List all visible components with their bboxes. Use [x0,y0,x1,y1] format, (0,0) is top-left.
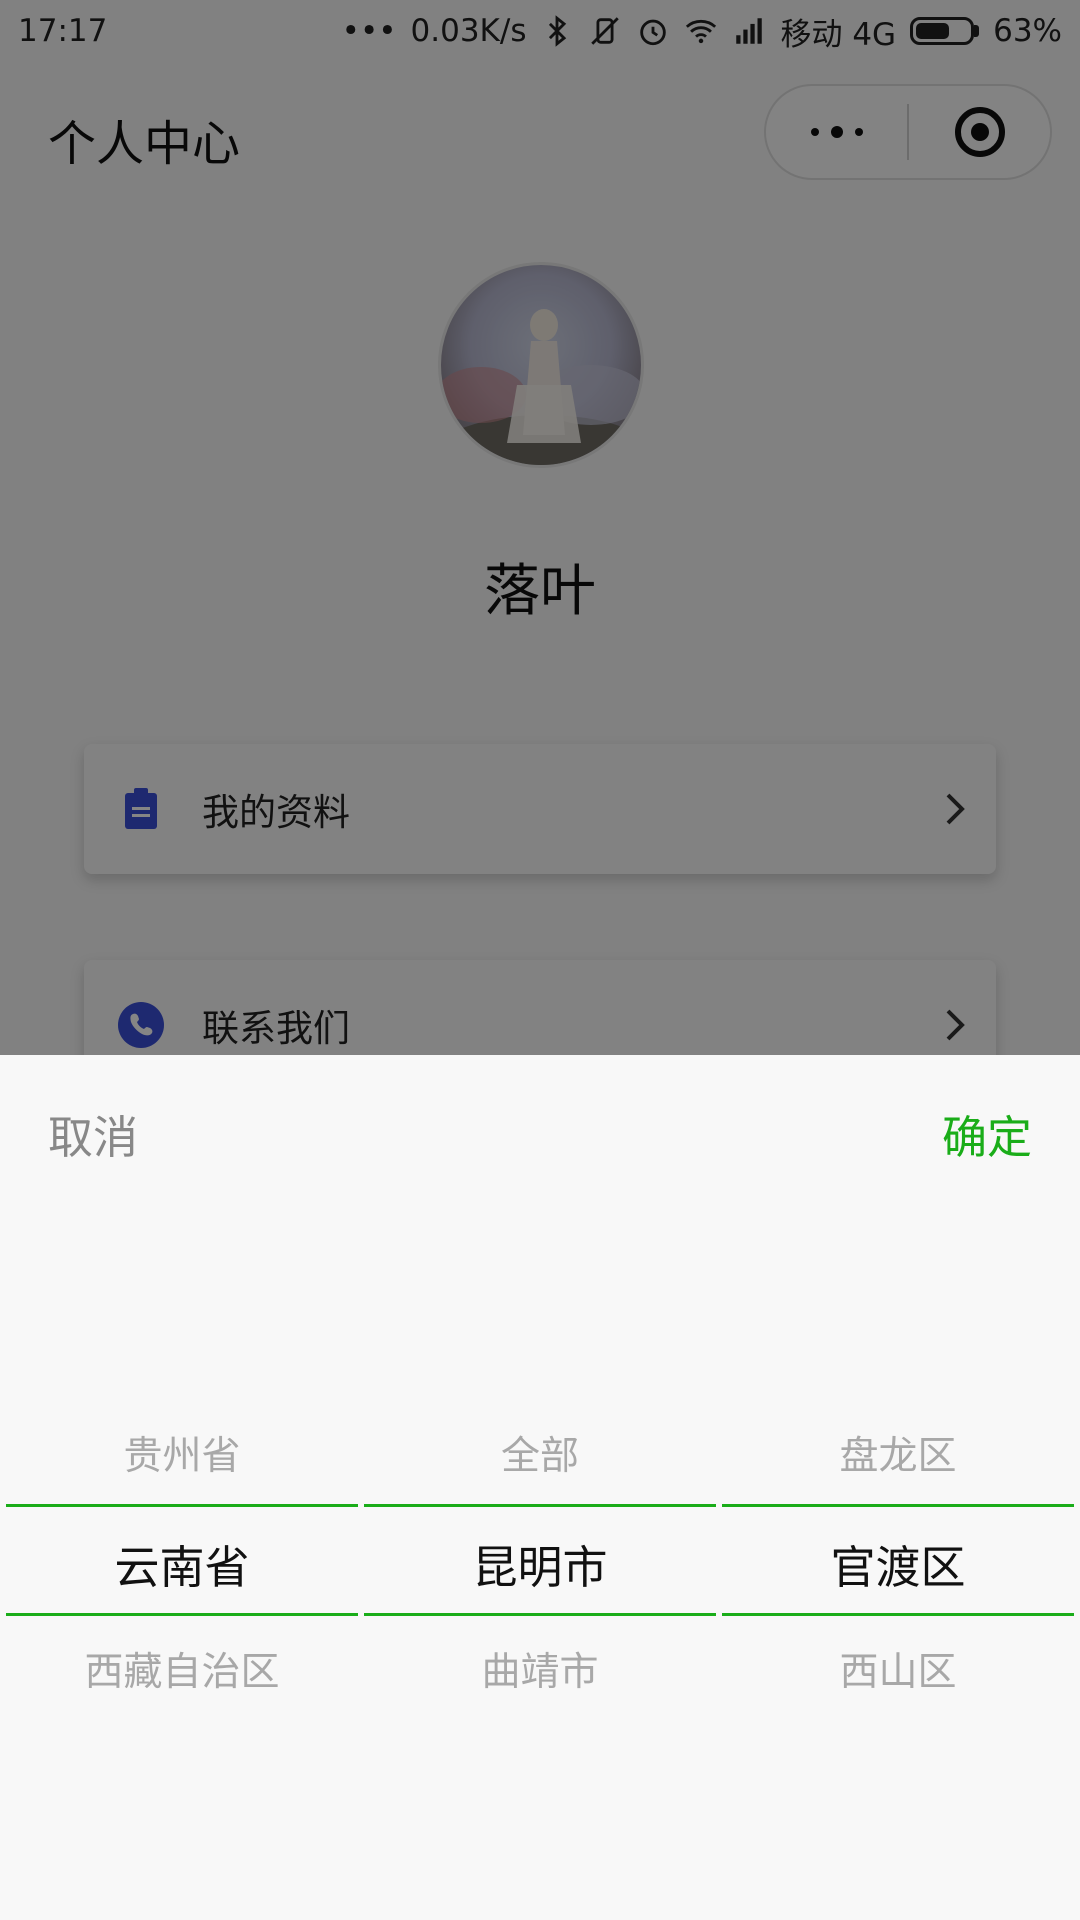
selection-indicator-top [364,1504,716,1507]
picker-option-selected[interactable]: 昆明市 [364,1531,716,1596]
picker-column-city[interactable]: 全部 昆明市 曲靖市 [364,1055,716,1920]
picker-option[interactable]: 贵州省 [6,1425,358,1481]
region-picker: 取消 确定 贵州省 云南省 西藏自治区 全部 昆明市 曲靖市 盘龙区 官渡区 西… [0,1055,1080,1920]
picker-column-province[interactable]: 贵州省 云南省 西藏自治区 [6,1055,358,1920]
selection-indicator-top [722,1504,1074,1507]
selection-indicator-top [6,1504,358,1507]
picker-option[interactable]: 西山区 [722,1641,1074,1697]
picker-option-selected[interactable]: 官渡区 [722,1531,1074,1596]
picker-option[interactable]: 西藏自治区 [6,1641,358,1697]
selection-indicator-bottom [364,1613,716,1616]
selection-indicator-bottom [722,1613,1074,1616]
selection-indicator-bottom [6,1613,358,1616]
picker-option[interactable]: 曲靖市 [364,1641,716,1697]
picker-option-selected[interactable]: 云南省 [6,1531,358,1596]
picker-column-district[interactable]: 盘龙区 官渡区 西山区 [722,1055,1074,1920]
picker-option[interactable]: 全部 [364,1425,716,1481]
picker-option[interactable]: 盘龙区 [722,1425,1074,1481]
